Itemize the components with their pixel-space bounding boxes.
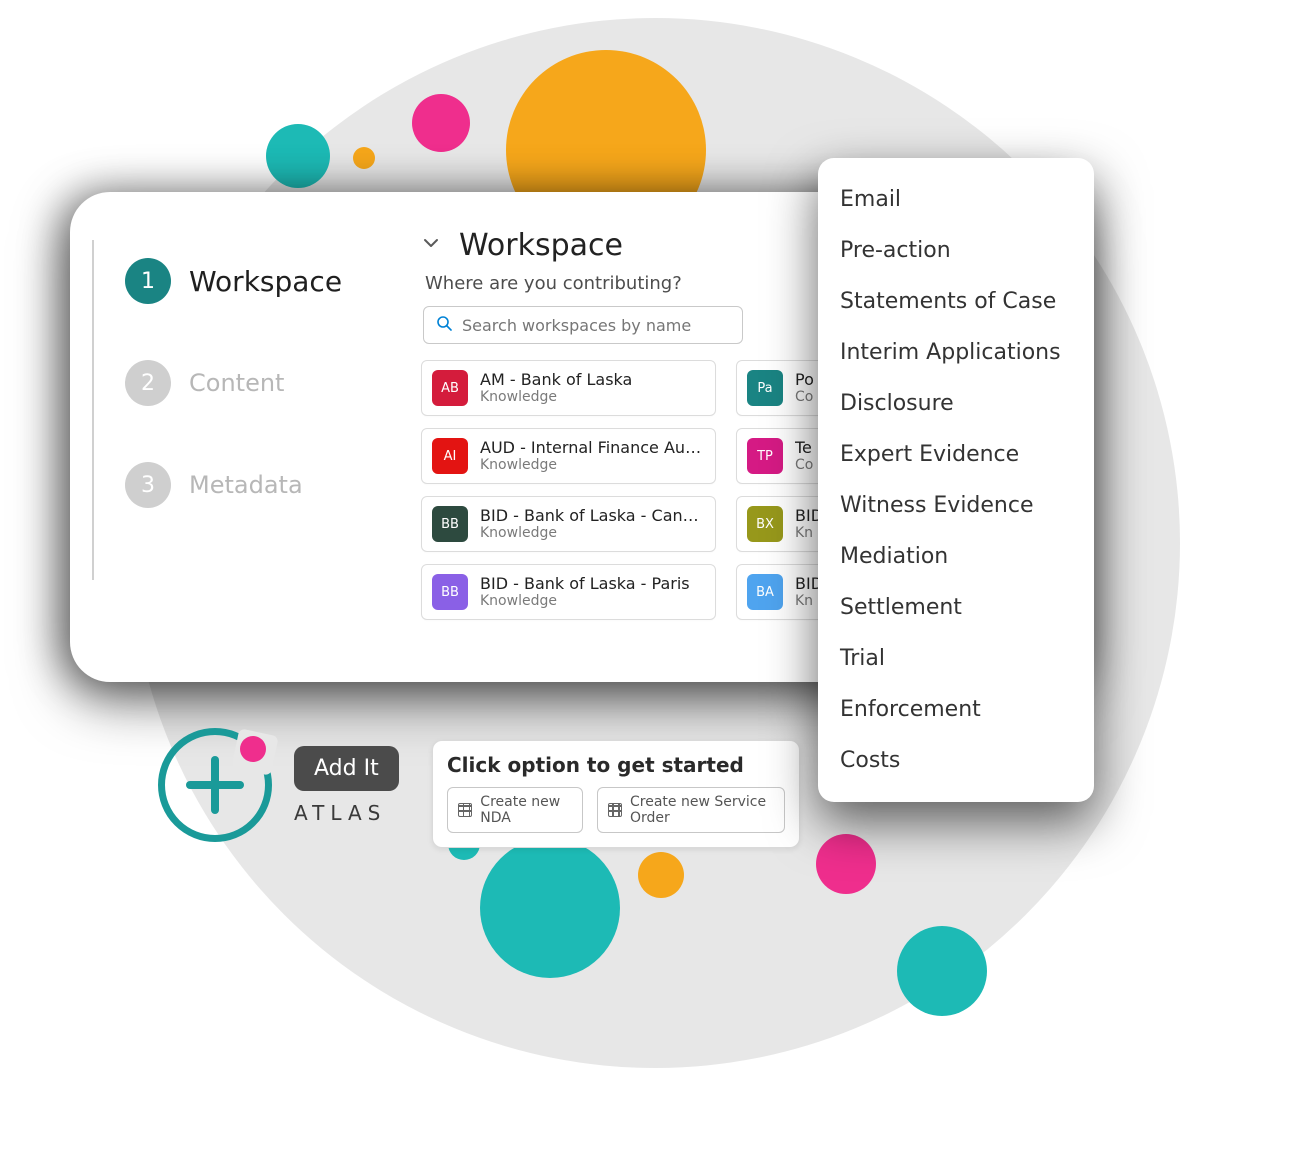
step-label: Workspace [189, 265, 342, 298]
stepper-line [92, 240, 94, 580]
menu-item[interactable]: Mediation [818, 531, 1094, 582]
workspace-badge: AB [432, 370, 468, 406]
menu-item[interactable]: Costs [818, 735, 1094, 786]
menu-item[interactable]: Pre-action [818, 225, 1094, 276]
step-label: Metadata [189, 471, 303, 499]
menu-item[interactable]: Email [818, 174, 1094, 225]
get-started-card: Click option to get started Create new N… [432, 740, 800, 848]
workspace-badge: Pa [747, 370, 783, 406]
get-started-title: Click option to get started [447, 753, 785, 777]
decoration-dot [480, 838, 620, 978]
workspace-name: BID - Bank of Laska - Paris [480, 574, 690, 593]
workspace-name: AUD - Internal Finance Audit 2023 [480, 438, 705, 457]
workspace-badge: AI [432, 438, 468, 474]
workspace-name: Te [795, 438, 813, 457]
step-number: 1 [125, 258, 171, 304]
decoration-dot [266, 124, 330, 188]
menu-item[interactable]: Expert Evidence [818, 429, 1094, 480]
workspace-name: AM - Bank of Laska [480, 370, 632, 389]
workspace-item[interactable]: AI AUD - Internal Finance Audit 2023Knowl… [421, 428, 716, 484]
workspace-type: Co [795, 457, 813, 474]
table-icon [608, 803, 622, 817]
decoration-dot [816, 834, 876, 894]
workspace-badge: TP [747, 438, 783, 474]
create-service-order-button[interactable]: Create new Service Order [597, 787, 785, 833]
step-label: Content [189, 369, 284, 397]
workspace-item[interactable]: BB BID - Bank of Laska - CanaryKnowledge [421, 496, 716, 552]
table-icon [458, 803, 472, 817]
workspace-type: Knowledge [480, 593, 690, 610]
workspace-badge: BB [432, 574, 468, 610]
create-nda-button[interactable]: Create new NDA [447, 787, 583, 833]
search-input[interactable]: Search workspaces by name [423, 306, 743, 344]
workspace-type: Co [795, 389, 814, 406]
workspace-type: Knowledge [480, 457, 705, 474]
menu-item[interactable]: Interim Applications [818, 327, 1094, 378]
workspace-list-col-left: ABAM - Bank of LaskaKnowledgeAIAUD - Int… [421, 360, 716, 620]
panel-title: Workspace [459, 228, 623, 263]
workspace-badge: BA [747, 574, 783, 610]
workspace-name: Po [795, 370, 814, 389]
workspace-item[interactable]: AB AM - Bank of LaskaKnowledge [421, 360, 716, 416]
add-it-button[interactable]: Add It [294, 746, 399, 791]
step-number: 3 [125, 462, 171, 508]
decoration-dot [638, 852, 684, 898]
atlas-brand-text: ATLAS [294, 801, 399, 825]
button-label: Create new Service Order [630, 794, 774, 826]
menu-item[interactable]: Disclosure [818, 378, 1094, 429]
button-label: Create new NDA [480, 794, 571, 826]
wizard-stepper: 1 Workspace 2 Content 3 Metadata [125, 228, 415, 682]
menu-item[interactable]: Settlement [818, 582, 1094, 633]
decoration-dot [353, 147, 375, 169]
workspace-badge: BB [432, 506, 468, 542]
stepper-step-content[interactable]: 2 Content [125, 332, 415, 434]
workspace-badge: BX [747, 506, 783, 542]
category-menu: EmailPre-actionStatements of CaseInterim… [818, 158, 1094, 802]
search-icon [436, 315, 452, 335]
stepper-step-workspace[interactable]: 1 Workspace [125, 230, 415, 332]
atlas-logo-section: Add It ATLAS [158, 728, 399, 842]
menu-item[interactable]: Trial [818, 633, 1094, 684]
step-number: 2 [125, 360, 171, 406]
decoration-dot [897, 926, 987, 1016]
menu-item[interactable]: Witness Evidence [818, 480, 1094, 531]
decoration-dot [412, 94, 470, 152]
chevron-down-icon[interactable] [421, 233, 441, 258]
menu-item[interactable]: Statements of Case [818, 276, 1094, 327]
atlas-logo-icon [158, 728, 272, 842]
workspace-type: Knowledge [480, 389, 632, 406]
workspace-type: Knowledge [480, 525, 705, 542]
workspace-name: BID - Bank of Laska - Canary [480, 506, 705, 525]
stepper-step-metadata[interactable]: 3 Metadata [125, 434, 415, 536]
search-placeholder: Search workspaces by name [462, 316, 691, 335]
workspace-item[interactable]: BB BID - Bank of Laska - ParisKnowledge [421, 564, 716, 620]
menu-item[interactable]: Enforcement [818, 684, 1094, 735]
